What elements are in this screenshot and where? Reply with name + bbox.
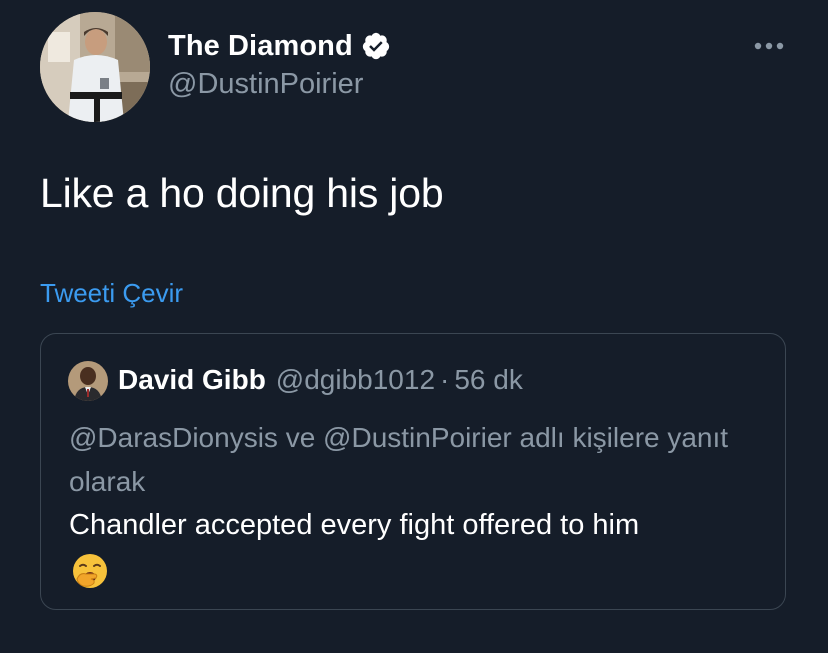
more-horizontal-icon[interactable] (752, 38, 786, 54)
quoted-tweet[interactable]: David Gibb @dgibb1012 · 56 dk @DarasDion… (40, 333, 786, 610)
quoted-header: David Gibb @dgibb1012 · 56 dk (118, 364, 523, 396)
quoted-author-handle[interactable]: @dgibb1012 (276, 364, 435, 396)
quoted-avatar[interactable] (68, 361, 108, 401)
tweet-text: Like a ho doing his job (40, 170, 444, 216)
tweet-card: The Diamond @DustinPoirier Like a ho doi… (0, 0, 828, 653)
display-name[interactable]: The Diamond (168, 30, 353, 63)
quoted-tweet-text: Chandler accepted every fight offered to… (69, 509, 640, 541)
quoted-timestamp[interactable]: 56 dk (454, 364, 523, 396)
avatar[interactable] (40, 12, 150, 122)
profile-photo-avatar (40, 12, 150, 122)
separator-dot: · (440, 364, 450, 395)
verified-badge-icon (361, 31, 391, 61)
translate-tweet-link[interactable]: Tweeti Çevir (40, 278, 183, 309)
author-handle[interactable]: @DustinPoirier (168, 68, 363, 101)
author-name-row: The Diamond (168, 26, 391, 66)
reply-context: @DarasDionysis ve @DustinPoirier adlı ki… (69, 422, 729, 497)
quoted-author-name[interactable]: David Gibb (118, 364, 266, 396)
quoted-profile-photo (68, 361, 108, 401)
yawning-face-emoji-icon (71, 552, 109, 590)
